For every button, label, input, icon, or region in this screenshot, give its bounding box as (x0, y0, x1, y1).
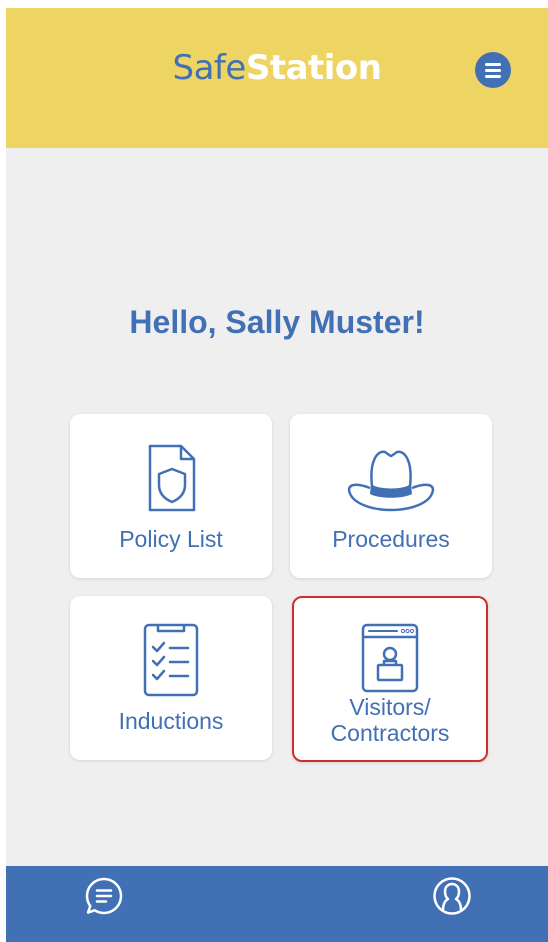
visitors-contractors-tile[interactable]: Visitors/ Contractors (292, 596, 488, 762)
visitor-badge-icon (292, 620, 488, 698)
hard-hat-icon (290, 438, 492, 516)
user-profile-icon[interactable] (432, 876, 472, 916)
visitors-label-line: Visitors/ (349, 694, 431, 720)
bottom-nav-bar (6, 866, 548, 942)
app-logo: SafeStation (6, 48, 548, 88)
chat-bubble-icon[interactable] (84, 876, 124, 916)
greeting-text: Hello, Sally Muster! (129, 304, 425, 340)
inductions-tile[interactable]: Inductions (70, 596, 272, 760)
logo-part-safe: Safe (172, 48, 247, 88)
inductions-label: Inductions (118, 708, 224, 734)
policy-list-label: Policy List (119, 526, 223, 552)
hamburger-menu-icon[interactable] (475, 52, 511, 88)
checklist-clipboard-icon (70, 620, 272, 698)
policy-list-tile[interactable]: Policy List (70, 414, 272, 578)
header-bar: SafeStation (6, 8, 548, 148)
procedures-label: Procedures (332, 526, 450, 552)
contractors-label-line: Contractors (330, 720, 450, 746)
visitors-contractors-label: Visitors/ Contractors (292, 694, 488, 746)
app-screen: SafeStation Hello, Sally Muster! Policy … (6, 8, 548, 942)
shield-document-icon (70, 438, 272, 516)
logo-part-station: Station (245, 48, 382, 88)
procedures-tile[interactable]: Procedures (290, 414, 492, 578)
